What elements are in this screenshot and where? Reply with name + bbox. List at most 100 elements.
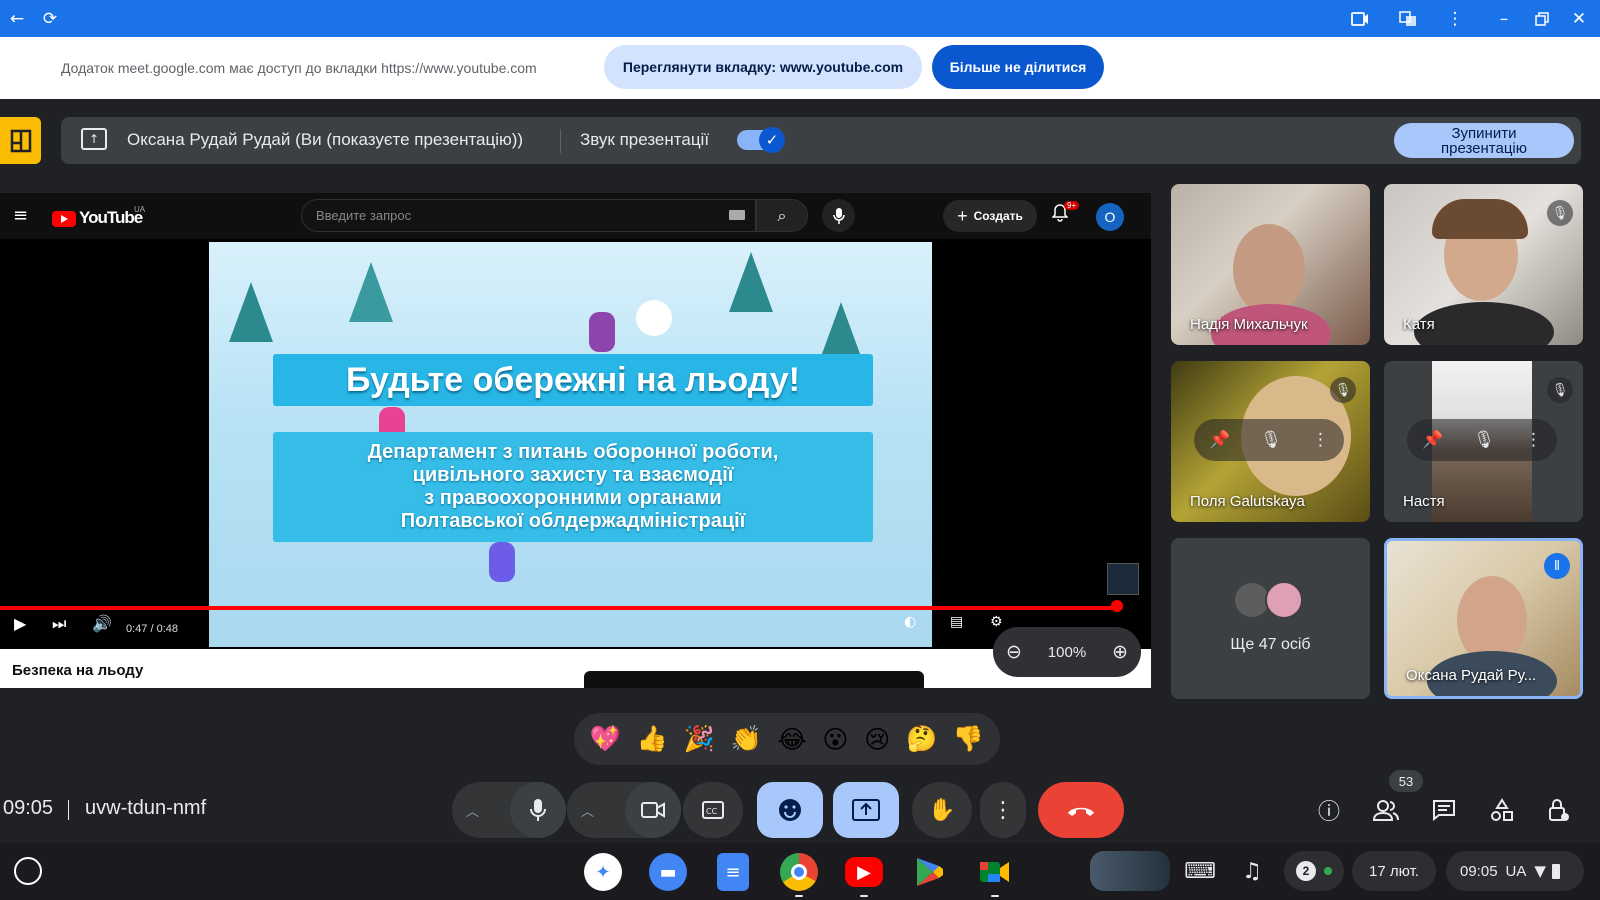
files-app-icon[interactable]: ▬ [649, 853, 687, 891]
date-tray[interactable]: 17 лют. [1352, 851, 1436, 891]
restore-icon[interactable] [1531, 8, 1553, 30]
launcher-icon[interactable] [14, 857, 42, 885]
youtube-search-input[interactable]: Введите запрос [301, 199, 756, 232]
keyboard-icon[interactable]: ⌨ [1184, 855, 1216, 887]
reaction-party-popper[interactable]: 🎉 [684, 724, 715, 754]
participant-tile[interactable]: 🎙 Катя [1384, 184, 1583, 345]
youtube-avatar[interactable]: O [1096, 203, 1124, 231]
next-icon[interactable]: ⏭ [52, 614, 66, 634]
cast-icon[interactable] [1349, 8, 1371, 30]
reaction-crying[interactable]: 😢 [864, 725, 890, 754]
back-icon[interactable]: ← [6, 8, 28, 30]
pin-icon[interactable]: 📌 [1209, 430, 1230, 450]
check-icon: ✓ [759, 127, 785, 153]
leave-call-button[interactable] [1038, 782, 1124, 838]
reload-icon[interactable]: ⟳ [39, 8, 61, 30]
video-body-line: Департамент з питань оборонної роботи, [367, 441, 779, 463]
reactions-bar: 💖 👍 🎉 👏 😂 😮 😢 🤔 👎 [574, 713, 1000, 765]
mute-participant-icon[interactable]: 🎙 [1260, 430, 1282, 450]
host-controls-icon[interactable] [1543, 794, 1575, 826]
activities-icon[interactable] [1486, 794, 1518, 826]
mic-control-group: ︿ [452, 782, 566, 838]
meet-app-icon[interactable] [976, 853, 1014, 897]
next-video-thumbnail[interactable] [584, 671, 924, 688]
media-controls-icon[interactable]: ♫ [1236, 855, 1268, 887]
chevron-up-icon[interactable]: ︿ [466, 801, 479, 820]
reaction-thinking[interactable]: 🤔 [906, 724, 937, 754]
more-options-icon[interactable]: ⋮ [1525, 430, 1542, 450]
people-icon[interactable] [1370, 794, 1402, 826]
zoom-in-icon[interactable]: ⊕ [1112, 641, 1128, 663]
view-tab-button[interactable]: Переглянути вкладку: www.youtube.com [604, 45, 922, 89]
chat-icon[interactable] [1428, 794, 1460, 826]
search-icon[interactable]: ⌕ [756, 199, 808, 232]
participant-name: Катя [1403, 316, 1435, 333]
tree-graphic [819, 302, 863, 362]
more-options-button[interactable]: ⋮ [980, 782, 1026, 838]
app-running-indicator [795, 895, 803, 897]
meet-side-panel-icon[interactable] [0, 117, 41, 164]
present-now-button[interactable] [833, 782, 899, 838]
participant-tile[interactable]: Надія Михальчук [1171, 184, 1370, 345]
reaction-thumbs-up[interactable]: 👍 [637, 724, 668, 754]
video-progress-bar[interactable] [0, 606, 1117, 610]
keyboard-icon[interactable] [729, 210, 745, 220]
status-tray[interactable]: 09:05 UA ▼ [1446, 851, 1584, 891]
participant-tile[interactable]: 🎙 📌 🎙 ⋮ Поля Galutskaya [1171, 361, 1370, 522]
chevron-up-icon[interactable]: ︿ [581, 801, 594, 820]
play-icon[interactable]: ▶ [14, 614, 26, 633]
youtube-app-icon[interactable]: ▶ [845, 857, 883, 897]
meeting-details-icon[interactable]: ⓘ [1313, 794, 1345, 826]
mic-off-icon: 🎙 [1547, 200, 1573, 226]
captions-button[interactable]: CC [683, 782, 743, 838]
reaction-thumbs-down[interactable]: 👎 [953, 724, 984, 754]
screen: ← ⟳ ⋮ – ✕ Додаток meet.google.com має до… [0, 0, 1600, 900]
shared-tab-youtube: ≡ YouTube UA Введите запрос ⌕ + Создать 9… [0, 193, 1151, 688]
svg-text:CC: CC [706, 807, 718, 816]
reaction-sparkling-heart[interactable]: 💖 [590, 724, 621, 754]
voice-search-icon[interactable] [822, 199, 855, 232]
chrome-app-icon[interactable] [780, 853, 818, 897]
microphone-button[interactable] [510, 782, 566, 838]
avatar [1265, 581, 1303, 619]
youtube-logo-icon[interactable] [52, 211, 76, 227]
window-thumbnails[interactable] [1090, 851, 1170, 891]
hamburger-menu-icon[interactable]: ≡ [13, 205, 28, 226]
video-title[interactable]: Безпека на льоду [12, 662, 143, 679]
volume-icon[interactable]: 🔊 [92, 614, 112, 633]
app-running-indicator [860, 895, 868, 897]
channel-watermark[interactable] [1107, 563, 1139, 595]
settings-gear-icon[interactable]: ⚙ [990, 614, 1003, 630]
participant-tile[interactable]: 🎙 📌 🎙 ⋮ Настя [1384, 361, 1583, 522]
zoom-out-icon[interactable]: ⊖ [1006, 641, 1022, 663]
subtitles-icon[interactable]: ▤ [950, 614, 963, 630]
create-button[interactable]: + Создать [943, 200, 1037, 232]
minimize-icon[interactable]: – [1493, 8, 1515, 30]
stop-sharing-button[interactable]: Більше не ділитися [932, 45, 1104, 89]
gemini-app-icon[interactable]: ✦ [584, 853, 622, 891]
autoplay-toggle-icon[interactable]: ◐ [904, 614, 916, 630]
more-options-icon[interactable]: ⋮ [1312, 430, 1329, 450]
translate-icon[interactable] [1397, 8, 1419, 30]
docs-app-icon[interactable]: ≡ [717, 853, 749, 891]
video-frame[interactable]: Будьте обережні на льоду! Департамент з … [209, 242, 932, 647]
pin-icon[interactable]: 📌 [1422, 430, 1443, 450]
reaction-surprised[interactable]: 😮 [822, 725, 848, 754]
kebab-icon[interactable]: ⋮ [1444, 8, 1466, 30]
close-icon[interactable]: ✕ [1568, 8, 1590, 30]
more-participants-tile[interactable]: Ще 47 осіб [1171, 538, 1370, 699]
meeting-time: 09:05 [3, 797, 54, 819]
presentation-audio-toggle[interactable]: ✓ [737, 127, 785, 153]
camera-button[interactable] [625, 782, 681, 838]
video-progress-scrubber[interactable] [1111, 600, 1123, 612]
youtube-logo-text[interactable]: YouTube [79, 208, 143, 228]
participant-tile-self[interactable]: ⦀ Оксана Рудай Ру... [1384, 538, 1583, 699]
stop-presenting-button[interactable]: Зупинити презентацію [1394, 123, 1574, 158]
reaction-laughing[interactable]: 😂 [777, 725, 806, 754]
notification-tray[interactable]: 2 [1284, 851, 1344, 891]
play-store-app-icon[interactable] [910, 853, 948, 891]
emoji-reactions-button[interactable] [757, 782, 823, 838]
raise-hand-button[interactable]: ✋ [912, 782, 972, 838]
mute-participant-icon[interactable]: 🎙 [1473, 430, 1495, 450]
reaction-clapping[interactable]: 👏 [731, 724, 762, 754]
